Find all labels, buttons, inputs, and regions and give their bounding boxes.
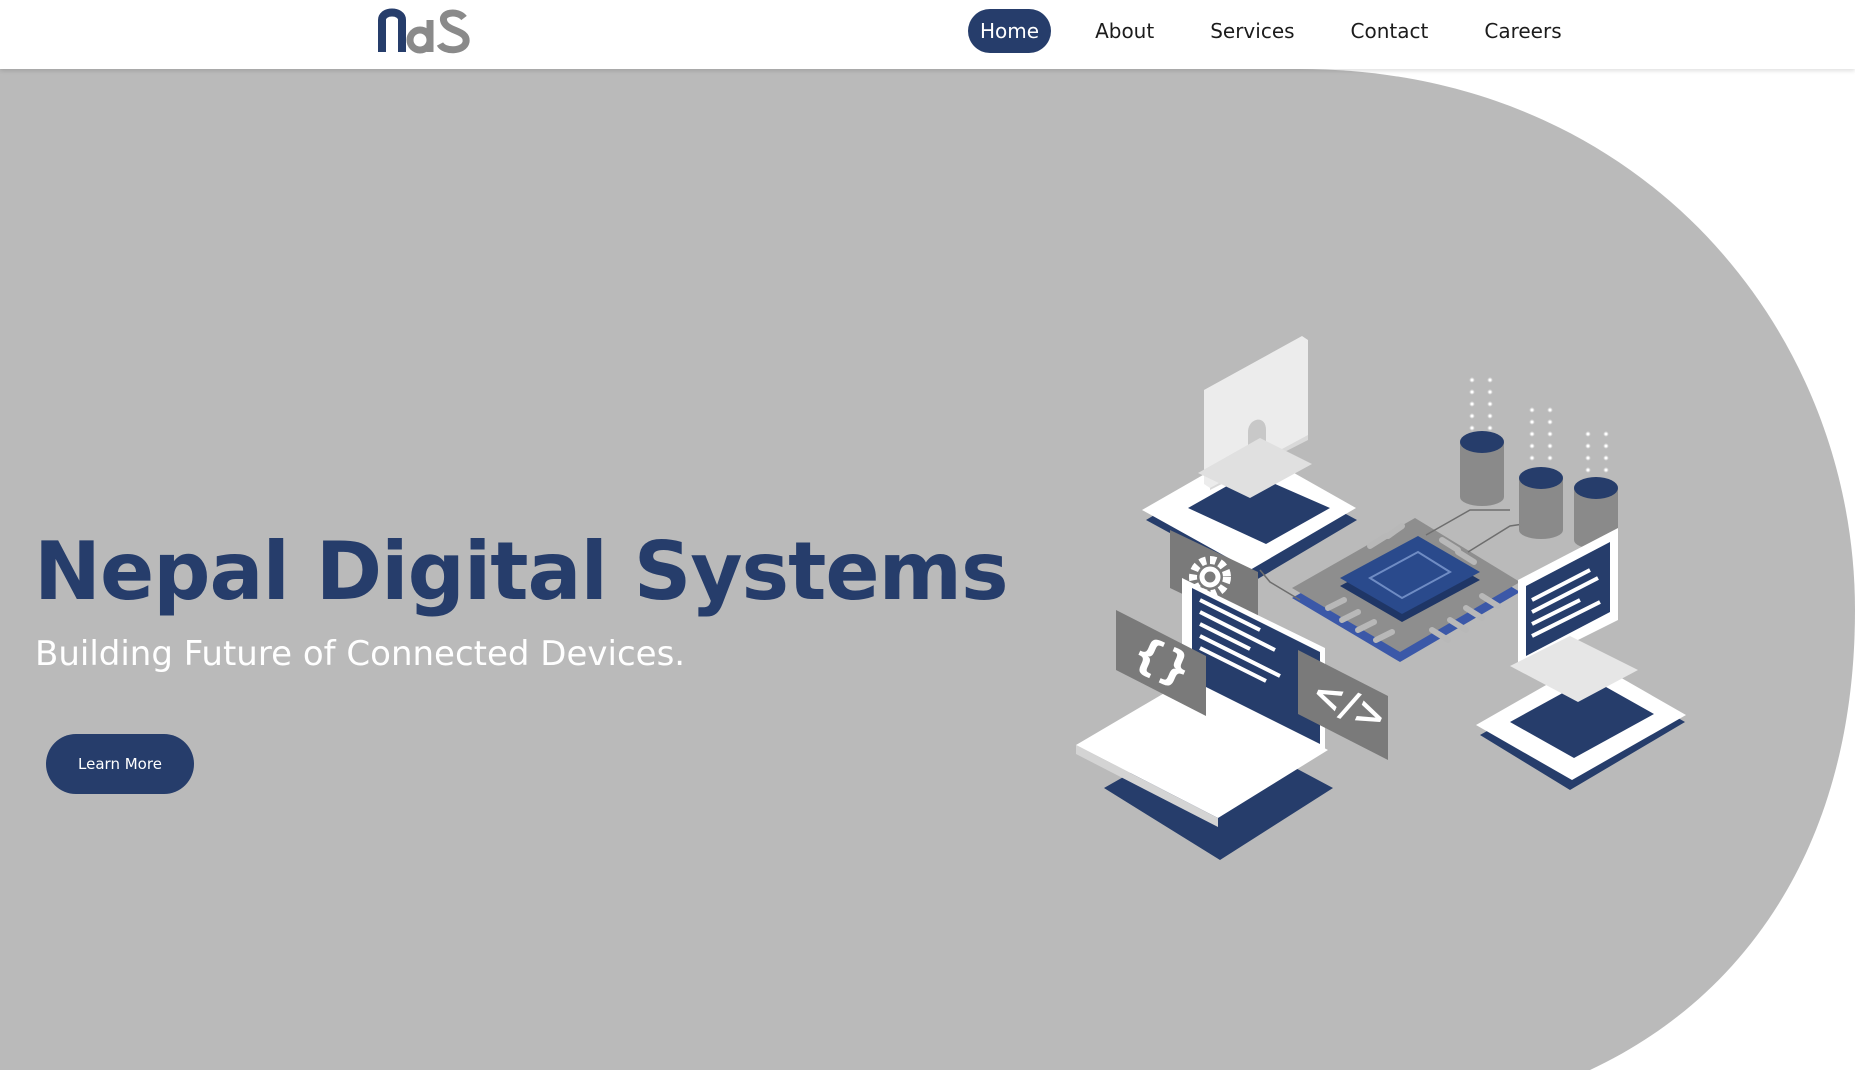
isometric-tech-illustration-icon: {} </> <box>1076 336 1686 860</box>
site-header: Home About Services Contact Careers <box>0 0 1855 69</box>
main-nav: Home About Services Contact Careers <box>968 9 1574 53</box>
hero-title: Nepal Digital Systems <box>34 525 1009 618</box>
hero-subtitle: Building Future of Connected Devices. <box>35 634 686 674</box>
nav-home[interactable]: Home <box>968 9 1052 53</box>
nav-contact[interactable]: Contact <box>1339 9 1441 53</box>
nav-services[interactable]: Services <box>1198 9 1306 53</box>
hero-section: Nepal Digital Systems Building Future of… <box>0 0 1855 1070</box>
nav-careers[interactable]: Careers <box>1472 9 1573 53</box>
learn-more-button[interactable]: Learn More <box>46 734 194 794</box>
nds-logo[interactable] <box>378 8 470 54</box>
nav-about[interactable]: About <box>1083 9 1166 53</box>
database-icon <box>1460 431 1618 549</box>
